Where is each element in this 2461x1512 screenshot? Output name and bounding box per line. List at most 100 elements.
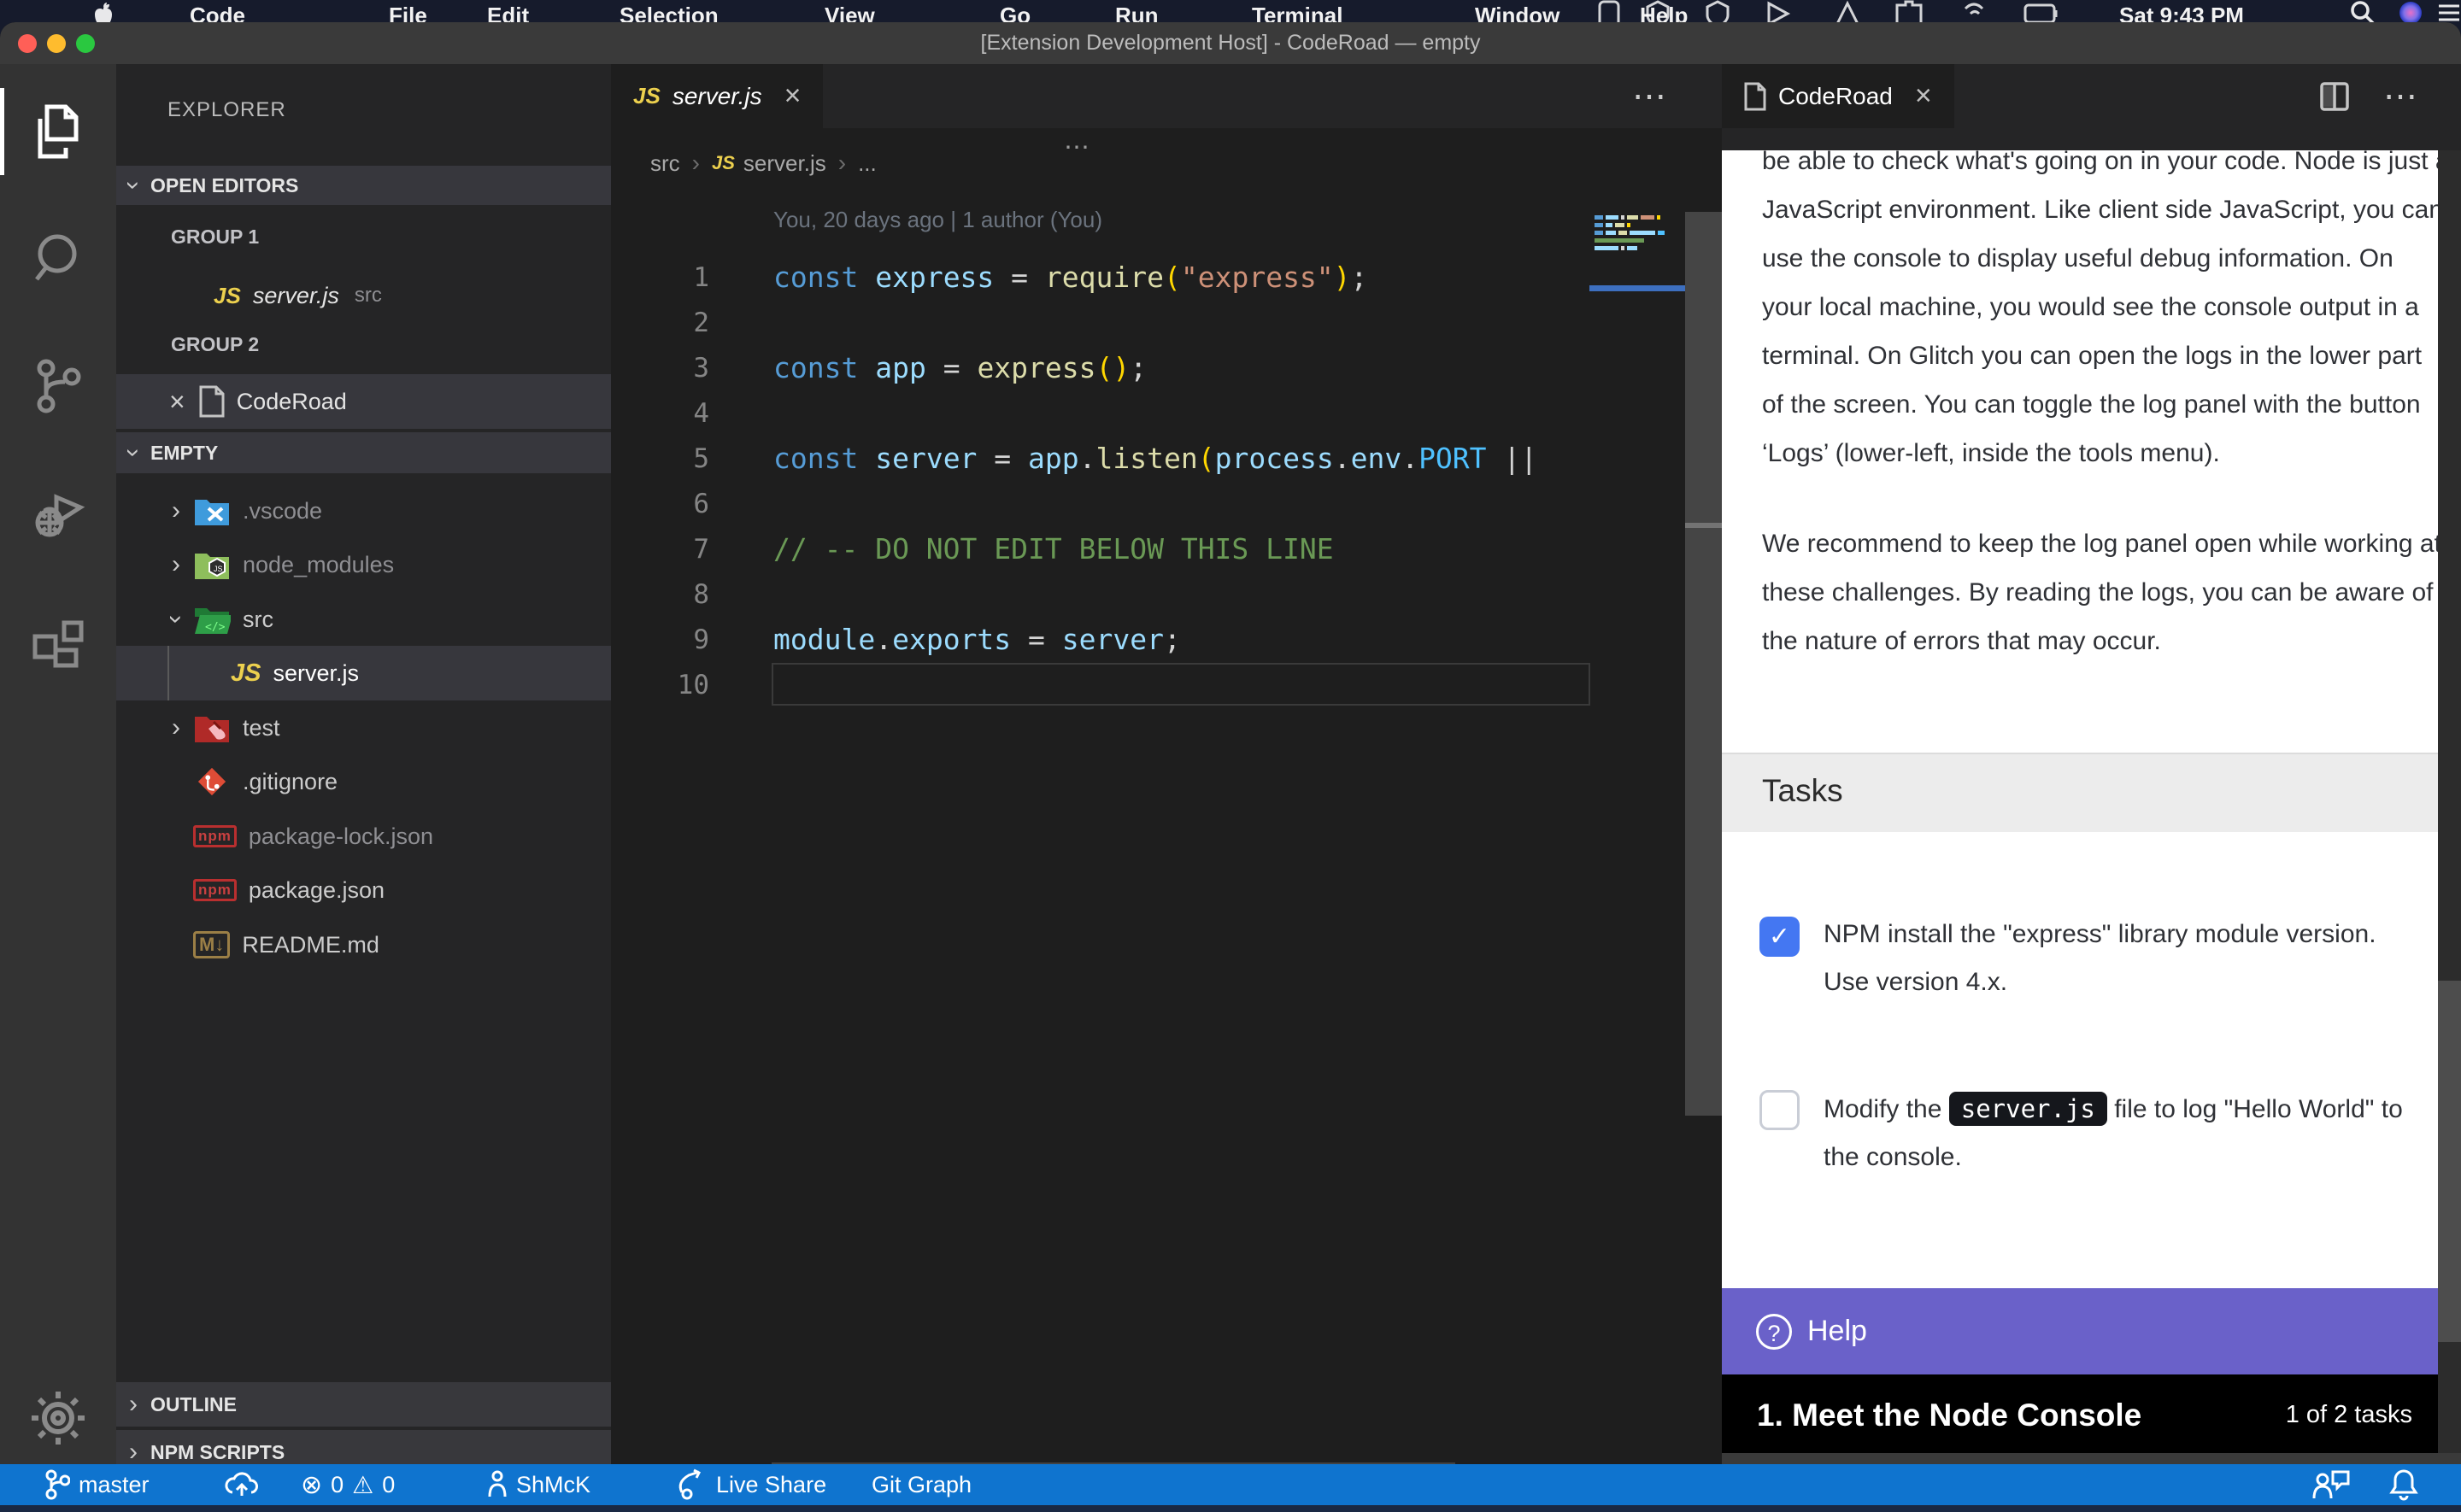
question-icon: ? <box>1756 1314 1792 1350</box>
close-tab-icon[interactable]: × <box>1915 79 1932 113</box>
siri-icon[interactable] <box>2398 0 2423 22</box>
feedback-button[interactable] <box>2312 1464 2350 1505</box>
menu-item-selection[interactable]: Selection <box>620 3 719 22</box>
notifications-button[interactable] <box>2389 1464 2418 1505</box>
tree-item-label: README.md <box>242 932 379 958</box>
apple-logo-icon[interactable] <box>92 2 115 22</box>
code-line[interactable]: 7// -- DO NOT EDIT BELOW THIS LINE <box>611 526 1589 571</box>
code-line[interactable]: 2 <box>611 300 1589 345</box>
tree-item-package-json[interactable]: npm package.json <box>116 863 611 917</box>
code-line[interactable]: 5const server = app.listen(process.env.P… <box>611 436 1589 481</box>
extensions-view-button[interactable] <box>0 597 116 691</box>
breadcrumb-folder[interactable]: src <box>650 150 680 177</box>
webview-scrollbar-thumb[interactable] <box>2438 981 2461 1342</box>
tab-serverjs[interactable]: JS server.js × <box>611 64 823 128</box>
manage-button[interactable] <box>0 1371 116 1465</box>
code-line[interactable]: 9module.exports = server; <box>611 617 1589 662</box>
menu-item-go[interactable]: Go <box>1000 3 1031 22</box>
close-editor-icon[interactable]: × <box>169 386 185 418</box>
open-editors-label: OPEN EDITORS <box>150 174 298 197</box>
status-bar: master ⊗ 0 ⚠ 0 ShMcK Live Share Git Grap… <box>0 1464 2461 1505</box>
spotlight-search-icon[interactable] <box>2350 0 2376 22</box>
open-editors-section-header[interactable]: › OPEN EDITORS <box>116 166 611 205</box>
editor-group2-label: GROUP 2 <box>171 333 259 356</box>
menu-item-view[interactable]: View <box>825 3 875 22</box>
search-view-button[interactable] <box>0 211 116 305</box>
task2-checkbox[interactable] <box>1759 1090 1800 1130</box>
tree-item-vscode[interactable]: › .vscode <box>116 483 611 538</box>
code-line[interactable]: 6 <box>611 481 1589 526</box>
breadcrumb-symbol[interactable]: ... <box>858 150 877 177</box>
menu-item-file[interactable]: File <box>389 3 427 22</box>
window-title-bar[interactable]: [Extension Development Host] - CodeRoad … <box>0 22 2461 64</box>
code-line[interactable]: 4 <box>611 390 1589 436</box>
task1-checkbox[interactable]: ✓ <box>1759 917 1800 957</box>
open-editor-name: server.js <box>253 283 339 309</box>
breadcrumb[interactable]: src › JS server.js › ... <box>650 138 877 189</box>
live-share-label: Live Share <box>716 1472 826 1498</box>
code-line[interactable]: 1const express = require("express"); <box>611 255 1589 300</box>
tree-item-src[interactable]: › </> src <box>116 592 611 647</box>
npm-scripts-section-header[interactable]: › NPM SCRIPTS <box>116 1430 611 1464</box>
tree-item-package-lock[interactable]: npm package-lock.json <box>116 809 611 864</box>
open-editor-coderoad[interactable]: × CodeRoad <box>116 374 611 429</box>
minimap[interactable] <box>1589 212 1685 250</box>
lesson-title-bar[interactable]: 1. Meet the Node Console 1 of 2 tasks <box>1722 1374 2438 1453</box>
open-editor-name: CodeRoad <box>237 389 347 415</box>
user-name: ShMcK <box>516 1472 590 1498</box>
explorer-view-button[interactable] <box>0 85 116 179</box>
editor-actions[interactable]: ⋯ <box>1632 64 1666 128</box>
tree-item-gitignore[interactable]: .gitignore <box>116 754 611 809</box>
tree-item-node-modules[interactable]: › JS node_modules <box>116 537 611 592</box>
more-actions-icon[interactable]: ⋯ <box>1632 77 1666 116</box>
minimap-slider[interactable] <box>1589 285 1685 291</box>
sync-button[interactable] <box>224 1464 260 1505</box>
menu-item-code[interactable]: Code <box>190 3 245 22</box>
system-tray-icons[interactable] <box>1598 0 2102 22</box>
tree-item-test[interactable]: › test <box>116 700 611 755</box>
webview-scrollbar[interactable] <box>2438 150 2461 1453</box>
inline-hint-dots: ⋯ <box>1064 132 1088 162</box>
line-number: 8 <box>611 579 709 610</box>
empty-folder-section-header[interactable]: › EMPTY <box>116 432 611 473</box>
live-share-user[interactable]: ShMcK <box>487 1464 590 1505</box>
line-number: 1 <box>611 262 709 293</box>
control-center-icon[interactable] <box>2437 2 2461 22</box>
menu-item-window[interactable]: Window <box>1475 3 1559 22</box>
tree-item-label: .vscode <box>243 498 322 525</box>
menu-item-terminal[interactable]: Terminal <box>1252 3 1342 22</box>
run-debug-view-button[interactable] <box>0 469 116 563</box>
cloud-upload-icon <box>224 1470 260 1499</box>
code-lines[interactable]: 1const express = require("express");23co… <box>611 255 1589 707</box>
source-control-view-button[interactable] <box>0 339 116 433</box>
open-editor-serverjs[interactable]: JS server.js src <box>116 268 611 323</box>
current-line-highlight <box>772 663 1590 706</box>
tab-coderoad[interactable]: CodeRoad × <box>1722 64 1954 128</box>
editor-vertical-scrollbar[interactable] <box>1685 212 1722 1116</box>
live-share-button[interactable]: Live Share <box>675 1464 826 1505</box>
coderoad-webview: be able to check what's going on in your… <box>1722 150 2461 1453</box>
git-graph-label: Git Graph <box>872 1472 972 1498</box>
git-graph-button[interactable]: Git Graph <box>872 1464 972 1505</box>
menu-item-run[interactable]: Run <box>1115 3 1159 22</box>
js-file-icon: JS <box>633 83 661 109</box>
chevron-right-icon: › <box>159 713 193 742</box>
tree-item-readme[interactable]: M↓ README.md <box>116 917 611 972</box>
more-actions-icon[interactable]: ⋯ <box>2383 77 2417 116</box>
menu-item-edit[interactable]: Edit <box>487 3 529 22</box>
editor-actions[interactable]: ⋯ <box>2320 64 2417 128</box>
close-tab-icon[interactable]: × <box>784 79 802 113</box>
tree-item-label: .gitignore <box>243 769 338 795</box>
branch-indicator[interactable]: master <box>44 1464 150 1505</box>
js-file-icon: JS <box>231 659 261 688</box>
breadcrumb-file[interactable]: server.js <box>743 150 826 177</box>
code-line[interactable]: 3const app = express(); <box>611 345 1589 390</box>
help-bar[interactable]: ? Help <box>1722 1288 2461 1374</box>
code-line[interactable]: 8 <box>611 571 1589 617</box>
outline-section-header[interactable]: › OUTLINE <box>116 1382 611 1427</box>
tree-item-serverjs[interactable]: JS server.js <box>116 646 611 700</box>
menu-clock[interactable]: Sat 9:43 PM <box>2119 3 2244 22</box>
problems-indicator[interactable]: ⊗ 0 ⚠ 0 <box>301 1464 395 1505</box>
code-line[interactable]: 10 <box>611 662 1589 707</box>
split-editor-icon[interactable] <box>2320 82 2349 111</box>
